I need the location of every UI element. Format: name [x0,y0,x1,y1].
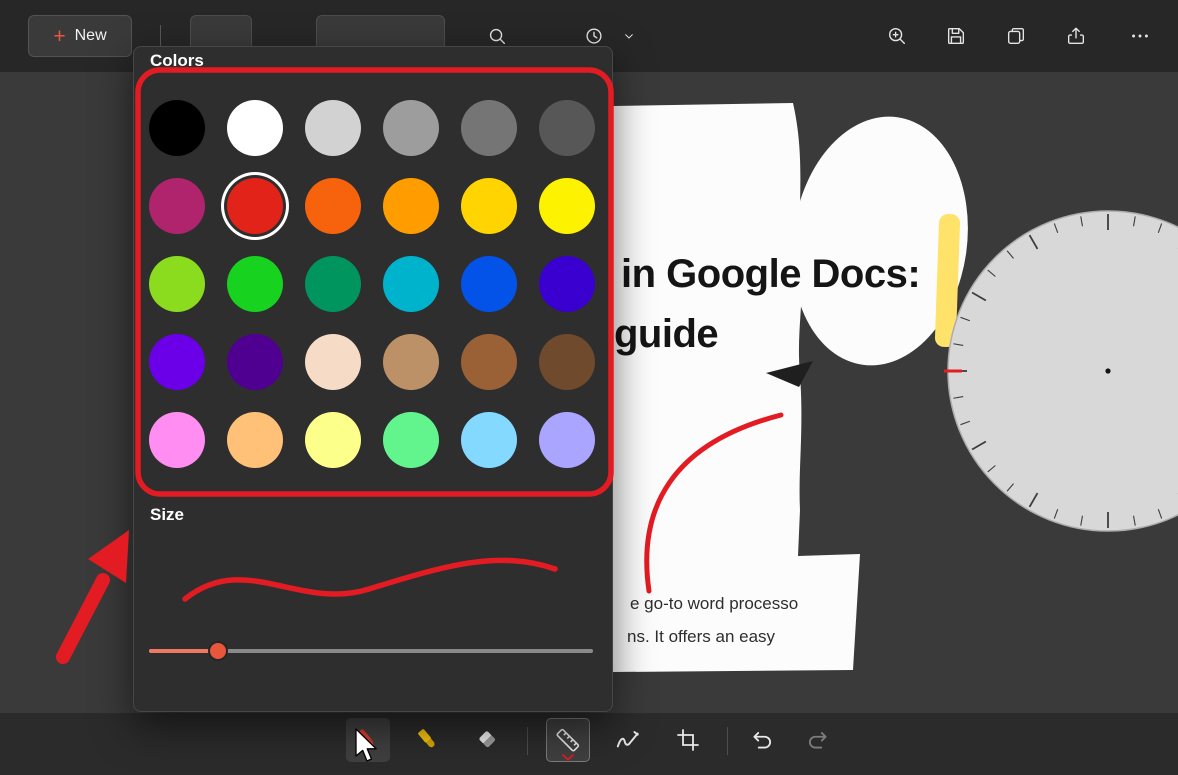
document-body-line2: ns. It offers an easy [627,627,851,647]
color-swatch-15[interactable] [383,256,439,312]
more-button[interactable] [1120,16,1160,56]
color-swatch-29[interactable] [539,412,595,468]
share-icon [1065,25,1087,47]
color-swatch-26[interactable] [305,412,361,468]
color-swatch-22[interactable] [461,334,517,390]
undo-icon [749,727,775,753]
toolbar-divider [527,727,528,755]
timer-dropdown-button[interactable] [614,16,644,56]
color-swatch-17[interactable] [539,256,595,312]
color-swatch-20[interactable] [305,334,361,390]
flyout-title: Colors [150,49,204,73]
toolbar-divider [160,25,161,47]
eraser-icon [473,725,503,755]
color-swatch-24[interactable] [149,412,205,468]
touch-writing-button[interactable] [606,718,650,762]
document-body-line1: e go-to word processo [630,594,852,614]
save-button[interactable] [936,16,976,56]
colors-flyout: Colors Size [133,46,613,712]
color-swatch-6[interactable] [149,178,205,234]
highlighter-icon [413,725,443,755]
more-icon [1129,25,1151,47]
color-swatch-27[interactable] [383,412,439,468]
document-heading-line2: guide [614,312,718,357]
color-swatch-21[interactable] [383,334,439,390]
ballpoint-pen-icon [353,725,383,755]
redo-button[interactable] [796,718,840,762]
color-swatch-8[interactable] [305,178,361,234]
size-slider-thumb[interactable] [210,643,226,659]
size-slider[interactable] [149,641,593,661]
save-icon [945,25,967,47]
chevron-down-icon [621,28,637,44]
zoom-in-icon [886,25,908,47]
protractor[interactable] [944,211,1178,531]
crop-button[interactable] [666,718,710,762]
color-swatch-7[interactable] [227,178,283,234]
protractor-center-dot [1105,368,1110,373]
new-button-label: New [75,27,107,45]
crop-icon [674,726,702,754]
color-swatch-1[interactable] [227,100,283,156]
color-swatch-25[interactable] [227,412,283,468]
copy-button[interactable] [996,16,1036,56]
color-swatch-10[interactable] [461,178,517,234]
color-swatch-14[interactable] [305,256,361,312]
plus-icon: + [53,26,65,47]
copy-icon [1005,25,1027,47]
color-swatch-11[interactable] [539,178,595,234]
color-swatch-4[interactable] [461,100,517,156]
color-swatch-0[interactable] [149,100,205,156]
new-button[interactable]: + New [28,15,132,57]
color-swatch-5[interactable] [539,100,595,156]
color-swatch-28[interactable] [461,412,517,468]
bottom-toolbar [0,713,1178,775]
stroke-size-preview [149,537,593,627]
toolbar-divider [727,727,728,755]
color-swatch-3[interactable] [383,100,439,156]
app-window: { "colors": { "annotation_red": "#e31b22… [0,0,1178,775]
color-swatch-9[interactable] [383,178,439,234]
ruler-options-chevron-icon[interactable] [562,754,574,761]
color-swatch-23[interactable] [539,334,595,390]
timer-icon [583,25,605,47]
document-heading-line1: in Google Docs: [621,252,920,297]
undo-button[interactable] [740,718,784,762]
highlighter-button[interactable] [406,718,450,762]
color-swatch-19[interactable] [227,334,283,390]
ballpoint-pen-button[interactable] [346,718,390,762]
size-slider-fill [149,649,218,653]
search-icon [486,25,508,47]
color-swatch-18[interactable] [149,334,205,390]
color-swatch-13[interactable] [227,256,283,312]
ruler-button[interactable] [546,718,590,762]
eraser-button[interactable] [466,718,510,762]
touch-writing-icon [613,725,643,755]
ruler-icon [553,725,583,755]
size-label: Size [150,505,184,525]
color-swatch-grid [149,100,595,468]
color-swatch-16[interactable] [461,256,517,312]
color-swatch-12[interactable] [149,256,205,312]
color-swatch-2[interactable] [305,100,361,156]
share-button[interactable] [1056,16,1096,56]
zoom-button[interactable] [877,16,917,56]
redo-icon [805,727,831,753]
